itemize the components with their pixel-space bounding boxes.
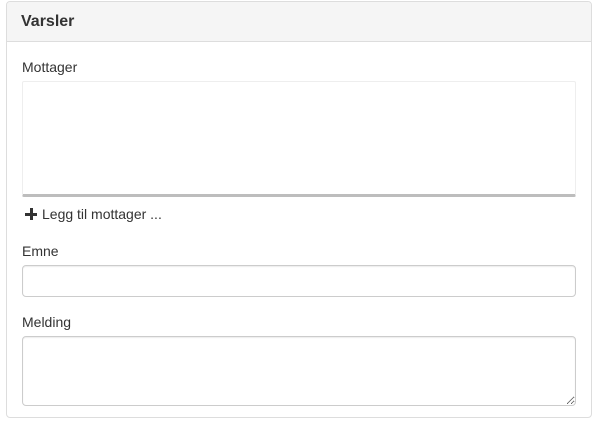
subject-label: Emne: [22, 243, 59, 259]
recipient-label: Mottager: [22, 59, 78, 75]
subject-input[interactable]: [22, 265, 576, 297]
add-recipient-label: Legg til mottager ...: [42, 206, 162, 222]
plus-icon: [25, 208, 37, 220]
message-textarea[interactable]: [22, 336, 576, 406]
recipient-list[interactable]: [22, 81, 576, 197]
panel-title: Varsler: [21, 12, 75, 30]
add-recipient-button[interactable]: Legg til mottager ...: [25, 206, 162, 222]
notifications-panel: Varsler Mottager Legg til mottager ... E…: [6, 1, 592, 418]
message-label: Melding: [22, 314, 72, 330]
panel-heading: Varsler: [7, 2, 591, 42]
